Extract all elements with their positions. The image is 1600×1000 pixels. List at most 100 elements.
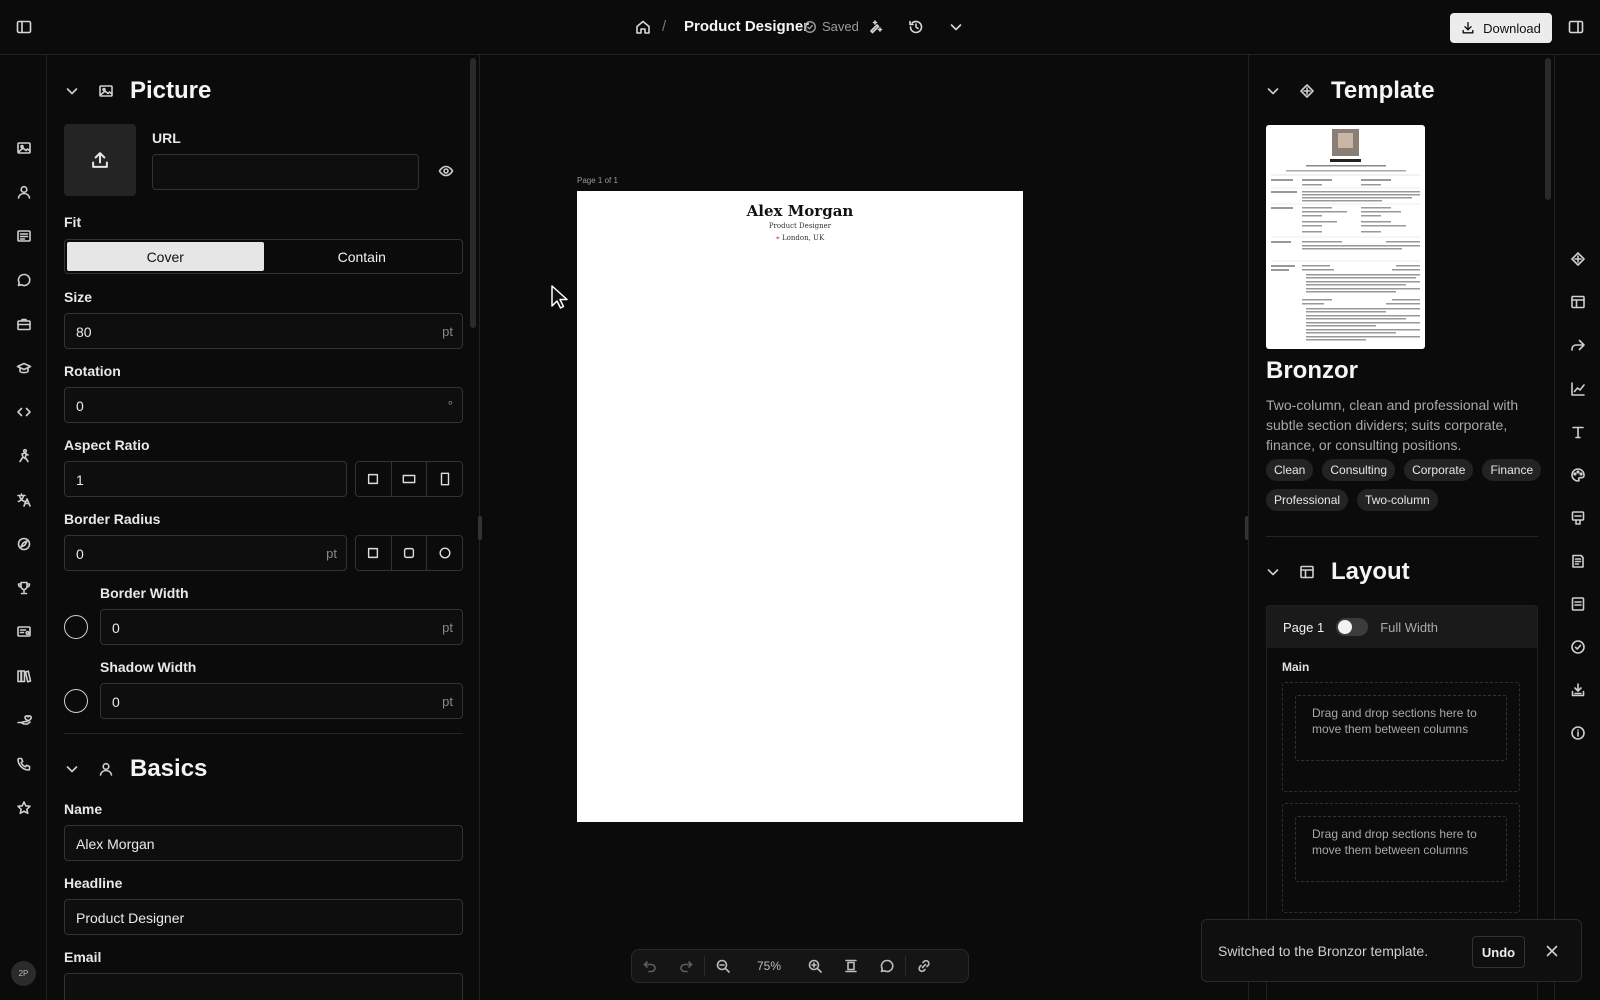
books-icon[interactable] <box>16 668 32 684</box>
layout-page-label: Page 1 <box>1283 619 1325 635</box>
template-thumbnail[interactable] <box>1266 125 1425 349</box>
resume-page[interactable]: Alex Morgan Product Designer ⌖ London, U… <box>577 191 1023 822</box>
chat-icon[interactable] <box>16 272 32 288</box>
close-icon[interactable] <box>1544 943 1560 959</box>
radius-small-button[interactable] <box>392 536 428 570</box>
aspect-landscape-button[interactable] <box>392 462 428 496</box>
page-settings-icon[interactable] <box>1570 510 1586 526</box>
left-panel-resize-handle[interactable] <box>478 516 482 540</box>
sidebar-toggle-icon[interactable] <box>16 19 32 35</box>
radius-none-button[interactable] <box>356 536 392 570</box>
ai-sparkle-icon[interactable] <box>868 19 884 35</box>
rotation-input[interactable]: 0 ° <box>64 387 463 423</box>
chevron-down-icon[interactable] <box>64 761 84 777</box>
chevron-down-icon[interactable] <box>948 19 964 35</box>
check-badge-icon[interactable] <box>1570 639 1586 655</box>
toast-undo-button[interactable]: Undo <box>1472 936 1525 968</box>
template-tag: Finance <box>1482 459 1542 481</box>
chart-icon[interactable] <box>1570 381 1586 397</box>
template-diamond-icon[interactable] <box>1570 251 1586 267</box>
page-label: Page 1 of 1 <box>577 176 618 185</box>
border-radius-presets <box>355 535 463 571</box>
user-icon <box>98 761 118 777</box>
resume-title[interactable]: Product Designer <box>684 18 809 35</box>
share-arrow-icon[interactable] <box>1570 337 1586 353</box>
aspect-ratio-input[interactable]: 1 <box>64 461 347 497</box>
interests-icon[interactable] <box>16 536 32 552</box>
avatar[interactable]: 2P <box>11 961 36 986</box>
template-tag: Corporate <box>1404 459 1474 481</box>
right-panel-scrollbar[interactable] <box>1545 58 1551 200</box>
headline-input[interactable]: Product Designer <box>64 899 463 935</box>
star-icon[interactable] <box>16 800 32 816</box>
palette-icon[interactable] <box>1570 467 1586 483</box>
chevron-down-icon[interactable] <box>1265 83 1285 99</box>
layout-section-header[interactable]: Layout <box>1265 558 1410 586</box>
shadow-color-swatch[interactable] <box>64 689 88 713</box>
right-section-rail <box>1554 55 1600 1000</box>
url-input[interactable] <box>152 154 419 190</box>
home-icon[interactable] <box>635 19 651 35</box>
template-section-header[interactable]: Template <box>1265 77 1435 105</box>
phone-icon[interactable] <box>16 756 32 772</box>
shadow-width-input[interactable]: 0 pt <box>100 683 463 719</box>
fit-contain-option[interactable]: Contain <box>264 242 461 271</box>
picture-icon[interactable] <box>16 140 32 156</box>
border-color-swatch[interactable] <box>64 615 88 639</box>
aspect-portrait-button[interactable] <box>427 462 462 496</box>
full-width-toggle[interactable] <box>1336 618 1369 636</box>
toast-notification: Switched to the Bronzor template. Undo <box>1201 919 1582 982</box>
zoom-level[interactable]: 75% <box>741 959 797 973</box>
chevron-down-icon[interactable] <box>64 83 84 99</box>
download-icon <box>1461 21 1475 35</box>
aspect-ratio-presets <box>355 461 463 497</box>
skills-icon[interactable] <box>16 448 32 464</box>
export-icon[interactable] <box>1570 682 1586 698</box>
notes-icon[interactable] <box>1570 553 1586 569</box>
email-input[interactable] <box>64 973 463 1000</box>
graduation-cap-icon[interactable] <box>16 360 32 376</box>
size-input[interactable]: 80 pt <box>64 313 463 349</box>
layout-icon <box>1299 564 1319 580</box>
undo-icon[interactable] <box>632 958 668 974</box>
sidebar-column-dropzone[interactable]: Drag and drop sections here to move them… <box>1282 803 1520 913</box>
link-icon[interactable] <box>906 958 942 974</box>
upload-picture-button[interactable] <box>64 124 136 196</box>
full-width-label: Full Width <box>1380 619 1438 635</box>
document-icon[interactable] <box>1570 596 1586 612</box>
fit-cover-option[interactable]: Cover <box>67 242 264 271</box>
breadcrumb-separator: / <box>662 18 667 35</box>
chevron-down-icon[interactable] <box>1265 564 1285 580</box>
code-icon[interactable] <box>16 404 32 420</box>
volunteer-icon[interactable] <box>16 712 32 728</box>
zoom-out-icon[interactable] <box>705 958 741 974</box>
history-icon[interactable] <box>908 19 924 35</box>
info-icon[interactable] <box>1570 725 1586 741</box>
briefcase-icon[interactable] <box>16 316 32 332</box>
language-icon[interactable] <box>16 492 32 508</box>
border-radius-input[interactable]: 0 pt <box>64 535 347 571</box>
upload-icon <box>90 150 110 170</box>
user-icon[interactable] <box>16 184 32 200</box>
layout-icon[interactable] <box>1570 294 1586 310</box>
download-button[interactable]: Download <box>1450 13 1552 43</box>
certificate-icon[interactable] <box>16 624 32 640</box>
trophy-icon[interactable] <box>16 580 32 596</box>
summary-icon[interactable] <box>16 228 32 244</box>
radius-full-button[interactable] <box>427 536 462 570</box>
zoom-in-icon[interactable] <box>797 958 833 974</box>
fit-page-icon[interactable] <box>833 958 869 974</box>
eye-icon[interactable] <box>438 163 454 179</box>
typography-icon[interactable] <box>1570 424 1586 440</box>
left-panel-scrollbar[interactable] <box>470 58 476 328</box>
size-value: 80 <box>76 324 92 340</box>
right-sidebar-toggle-icon[interactable] <box>1568 19 1584 35</box>
picture-section-header[interactable]: Picture <box>64 77 211 105</box>
main-column-dropzone[interactable]: Drag and drop sections here to move them… <box>1282 682 1520 792</box>
basics-section-header[interactable]: Basics <box>64 755 207 783</box>
name-input[interactable]: Alex Morgan <box>64 825 463 861</box>
aspect-square-button[interactable] <box>356 462 392 496</box>
redo-icon[interactable] <box>668 958 704 974</box>
comment-icon[interactable] <box>869 958 905 974</box>
border-width-input[interactable]: 0 pt <box>100 609 463 645</box>
